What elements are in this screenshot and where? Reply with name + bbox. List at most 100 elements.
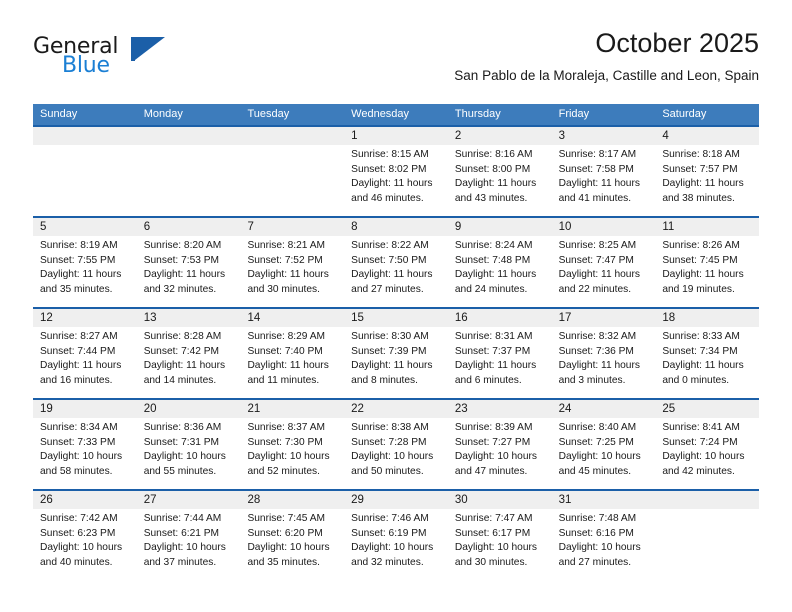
day-detail: Sunrise: 8:19 AM Sunset: 7:55 PM Dayligh…	[40, 240, 122, 295]
day-number[interactable]: 21	[240, 400, 344, 418]
day-detail: Sunrise: 8:32 AM Sunset: 7:36 PM Dayligh…	[558, 331, 640, 386]
week-date-band: 19 20 21 22 23 24 25	[33, 400, 759, 418]
day-number[interactable]: 22	[344, 400, 448, 418]
day-detail: Sunrise: 8:21 AM Sunset: 7:52 PM Dayligh…	[247, 240, 329, 295]
day-number[interactable]: 13	[137, 309, 241, 327]
day-detail: Sunrise: 8:36 AM Sunset: 7:31 PM Dayligh…	[143, 422, 226, 477]
day-detail: Sunrise: 8:25 AM Sunset: 7:47 PM Dayligh…	[558, 240, 640, 295]
day-number[interactable]: 2	[448, 127, 552, 145]
flag-banner	[135, 37, 165, 60]
day-number[interactable]: 26	[33, 491, 137, 509]
day-number[interactable]: 29	[344, 491, 448, 509]
day-detail: Sunrise: 8:17 AM Sunset: 7:58 PM Dayligh…	[558, 149, 640, 204]
day-detail: Sunrise: 8:20 AM Sunset: 7:53 PM Dayligh…	[143, 240, 226, 295]
weekday-header-thursday: Thursday	[454, 108, 501, 120]
week-date-band: 12 13 14 15 16 17 18	[33, 309, 759, 327]
day-number[interactable]: 4	[655, 127, 759, 145]
day-detail: Sunrise: 8:33 AM Sunset: 7:34 PM Dayligh…	[662, 331, 744, 386]
weekday-header-monday: Monday	[143, 108, 183, 120]
day-detail: Sunrise: 8:15 AM Sunset: 8:02 PM Dayligh…	[351, 149, 433, 204]
day-detail: Sunrise: 8:29 AM Sunset: 7:40 PM Dayligh…	[247, 331, 329, 386]
day-number[interactable]	[33, 127, 137, 145]
weekday-header-friday: Friday	[558, 108, 590, 120]
day-detail: Sunrise: 7:44 AM Sunset: 6:21 PM Dayligh…	[143, 513, 226, 568]
day-number[interactable]: 19	[33, 400, 137, 418]
week-date-band: 5 6 7 8 9 10 11	[33, 218, 759, 236]
week-detail-band: Sunrise: 7:42 AM Sunset: 6:23 PM Dayligh…	[33, 509, 759, 580]
day-detail: Sunrise: 7:42 AM Sunset: 6:23 PM Dayligh…	[40, 513, 123, 568]
calendar-week-row: 5 6 7 8 9 10 11 Sunrise: 8:19 AM Sunset:…	[33, 216, 759, 307]
title-block: October 2025 San Pablo de la Moraleja, C…	[454, 26, 759, 86]
weekday-header-row: Sunday Monday Tuesday Wednesday Thursday…	[33, 104, 759, 125]
day-number[interactable]: 17	[552, 309, 656, 327]
brand-name-blue: Blue	[62, 53, 110, 78]
day-number[interactable]: 7	[240, 218, 344, 236]
day-number[interactable]	[240, 127, 344, 145]
day-detail: Sunrise: 8:41 AM Sunset: 7:24 PM Dayligh…	[662, 422, 745, 477]
day-detail	[655, 509, 759, 580]
day-detail	[240, 145, 344, 216]
day-detail: Sunrise: 8:16 AM Sunset: 8:00 PM Dayligh…	[454, 149, 537, 204]
day-number[interactable]: 10	[552, 218, 656, 236]
day-number[interactable]	[655, 491, 759, 509]
day-number[interactable]: 11	[655, 218, 759, 236]
day-number[interactable]: 20	[137, 400, 241, 418]
brand-logo[interactable]: General Blue	[33, 34, 253, 90]
day-detail: Sunrise: 8:22 AM Sunset: 7:50 PM Dayligh…	[351, 240, 433, 295]
day-number[interactable]: 8	[344, 218, 448, 236]
day-number[interactable]: 5	[33, 218, 137, 236]
calendar-week-row: 26 27 28 29 30 31 Sunrise: 7:42 AM Sunse…	[33, 489, 759, 580]
day-number[interactable]	[137, 127, 241, 145]
day-detail: Sunrise: 7:47 AM Sunset: 6:17 PM Dayligh…	[454, 513, 537, 568]
day-detail: Sunrise: 8:18 AM Sunset: 7:57 PM Dayligh…	[662, 149, 744, 204]
day-number[interactable]: 30	[448, 491, 552, 509]
weekday-header-wednesday: Wednesday	[351, 108, 410, 120]
day-detail: Sunrise: 8:30 AM Sunset: 7:39 PM Dayligh…	[351, 331, 433, 386]
week-detail-band: Sunrise: 8:15 AM Sunset: 8:02 PM Dayligh…	[33, 145, 759, 216]
day-detail: Sunrise: 7:46 AM Sunset: 6:19 PM Dayligh…	[351, 513, 434, 568]
day-number[interactable]: 15	[344, 309, 448, 327]
day-number[interactable]: 27	[137, 491, 241, 509]
day-detail: Sunrise: 7:48 AM Sunset: 6:16 PM Dayligh…	[558, 513, 641, 568]
week-detail-band: Sunrise: 8:34 AM Sunset: 7:33 PM Dayligh…	[33, 418, 759, 489]
day-detail: Sunrise: 8:27 AM Sunset: 7:44 PM Dayligh…	[40, 331, 122, 386]
calendar-week-row: 1 2 3 4 Sunrise: 8:15 AM Sunset: 8:02 PM…	[33, 125, 759, 216]
day-detail: Sunrise: 8:24 AM Sunset: 7:48 PM Dayligh…	[454, 240, 537, 295]
day-detail: Sunrise: 8:39 AM Sunset: 7:27 PM Dayligh…	[454, 422, 537, 477]
day-number[interactable]: 9	[448, 218, 552, 236]
day-number[interactable]: 1	[344, 127, 448, 145]
day-number[interactable]: 28	[240, 491, 344, 509]
day-number[interactable]: 25	[655, 400, 759, 418]
flag-triangle-icon	[131, 37, 167, 61]
week-detail-band: Sunrise: 8:27 AM Sunset: 7:44 PM Dayligh…	[33, 327, 759, 398]
day-detail: Sunrise: 8:31 AM Sunset: 7:37 PM Dayligh…	[454, 331, 537, 386]
day-number[interactable]: 14	[240, 309, 344, 327]
day-number[interactable]: 24	[552, 400, 656, 418]
day-number[interactable]: 23	[448, 400, 552, 418]
week-date-band: 26 27 28 29 30 31	[33, 491, 759, 509]
day-detail: Sunrise: 8:38 AM Sunset: 7:28 PM Dayligh…	[351, 422, 434, 477]
page-header: General Blue October 2025 San Pablo de l…	[33, 26, 759, 98]
weekday-header-sunday: Sunday	[40, 108, 78, 120]
day-detail: Sunrise: 8:37 AM Sunset: 7:30 PM Dayligh…	[247, 422, 330, 477]
day-number[interactable]: 6	[137, 218, 241, 236]
week-detail-band: Sunrise: 8:19 AM Sunset: 7:55 PM Dayligh…	[33, 236, 759, 307]
calendar-page: General Blue October 2025 San Pablo de l…	[0, 0, 792, 612]
calendar-week-row: 12 13 14 15 16 17 18 Sunrise: 8:27 AM Su…	[33, 307, 759, 398]
page-subtitle: San Pablo de la Moraleja, Castille and L…	[454, 68, 759, 83]
day-number[interactable]: 16	[448, 309, 552, 327]
week-date-band: 1 2 3 4	[33, 127, 759, 145]
day-number[interactable]: 31	[552, 491, 656, 509]
day-detail: Sunrise: 8:34 AM Sunset: 7:33 PM Dayligh…	[40, 422, 123, 477]
day-number[interactable]: 18	[655, 309, 759, 327]
calendar-grid: Sunday Monday Tuesday Wednesday Thursday…	[33, 104, 759, 580]
day-detail: Sunrise: 8:28 AM Sunset: 7:42 PM Dayligh…	[143, 331, 226, 386]
day-number[interactable]: 3	[552, 127, 656, 145]
calendar-week-row: 19 20 21 22 23 24 25 Sunrise: 8:34 AM Su…	[33, 398, 759, 489]
day-detail: Sunrise: 8:26 AM Sunset: 7:45 PM Dayligh…	[662, 240, 744, 295]
day-detail: Sunrise: 7:45 AM Sunset: 6:20 PM Dayligh…	[247, 513, 330, 568]
weekday-header-tuesday: Tuesday	[247, 108, 290, 120]
page-title: October 2025	[595, 28, 759, 58]
day-number[interactable]: 12	[33, 309, 137, 327]
weekday-header-saturday: Saturday	[662, 108, 707, 120]
